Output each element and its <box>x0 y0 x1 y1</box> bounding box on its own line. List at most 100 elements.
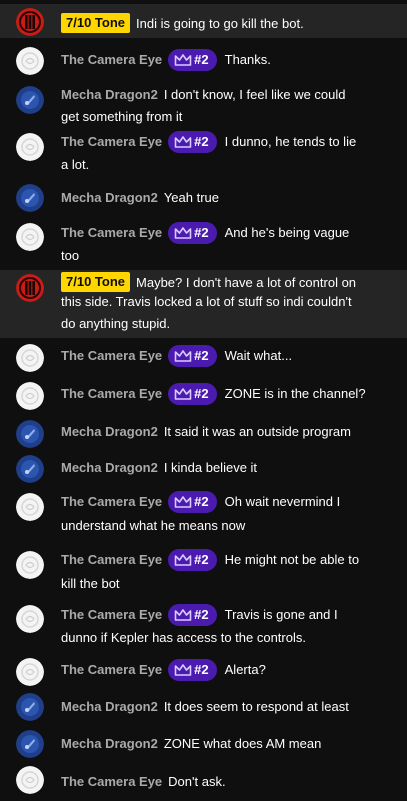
avatar[interactable] <box>16 344 44 372</box>
message-continuation-line: get something from it <box>61 105 399 129</box>
avatar[interactable] <box>16 223 44 251</box>
member-rank-badge: #2 <box>168 549 217 571</box>
chat-message[interactable]: The Camera Eye #2 He might not be able to k… <box>0 545 407 595</box>
message-text: He might not be able to <box>224 552 360 567</box>
chat-message[interactable]: Mecha Dragon2 Yeah true <box>0 182 407 214</box>
crown-icon <box>174 388 192 400</box>
message-header-line: The Camera Eye #2 Alerta? <box>61 658 399 682</box>
message-text: get something from it <box>61 109 183 124</box>
author-name[interactable]: The Camera Eye <box>61 607 162 622</box>
message-continuation-line: too <box>61 244 399 268</box>
message-text: Alerta? <box>224 662 266 677</box>
chat-message[interactable]: The Camera Eye #2 Oh wait nevermind I under… <box>0 487 407 537</box>
crown-icon <box>174 554 192 566</box>
message-text: kill the bot <box>61 576 120 591</box>
author-name[interactable]: The Camera Eye <box>61 494 162 509</box>
message-header-line: Mecha Dragon2 I don't know, I feel like w… <box>61 83 399 107</box>
message-text: ZONE what does AM mean <box>163 736 322 751</box>
message-header-line: Mecha Dragon2 ZONE what does AM mean <box>61 732 399 756</box>
member-rank-label: #2 <box>194 386 209 401</box>
message-text: Wait what... <box>224 348 293 363</box>
avatar[interactable] <box>16 86 44 114</box>
message-header-line: The Camera Eye #2 Wait what... <box>61 344 399 368</box>
message-header-line: Mecha Dragon2 I kinda believe it <box>61 456 399 480</box>
chat-message[interactable]: The Camera Eye #2 Wait what... <box>0 340 407 372</box>
author-name[interactable]: Mecha Dragon2 <box>61 460 158 475</box>
avatar[interactable] <box>16 605 44 633</box>
author-name[interactable]: The Camera Eye <box>61 552 162 567</box>
message-text: this side. Travis locked a lot of stuff … <box>61 294 352 309</box>
message-continuation-line: this side. Travis locked a lot of stuff … <box>61 290 399 314</box>
message-header-line: The Camera Eye #2 I dunno, he tends to lie <box>61 130 399 154</box>
member-rank-label: #2 <box>194 607 209 622</box>
chat-message[interactable]: The Camera Eye #2 And he's being vague too <box>0 218 407 268</box>
member-rank-badge: #2 <box>168 222 217 244</box>
avatar[interactable] <box>16 493 44 521</box>
avatar[interactable] <box>16 133 44 161</box>
chat-message[interactable]: Mecha Dragon2 I don't know, I feel like w… <box>0 80 407 124</box>
avatar[interactable] <box>16 420 44 448</box>
message-continuation-line: dunno if Kepler has access to the contro… <box>61 626 399 650</box>
author-name[interactable]: The Camera Eye <box>61 134 162 149</box>
chat-message[interactable]: The Camera Eye Don't ask. <box>0 761 407 797</box>
chat-message[interactable]: The Camera Eye #2 ZONE is in the channel? <box>0 377 407 411</box>
message-text: too <box>61 248 80 263</box>
author-name[interactable]: Mecha Dragon2 <box>61 190 158 205</box>
message-continuation-line: kill the bot <box>61 572 399 596</box>
member-rank-badge: #2 <box>168 491 217 513</box>
chat-message[interactable]: 7/10 Tone Maybe? I don't have a lot of co… <box>0 270 407 338</box>
member-rank-label: #2 <box>194 662 209 677</box>
message-text: do anything stupid. <box>61 316 171 331</box>
crown-icon <box>174 664 192 676</box>
member-rank-badge: #2 <box>168 49 217 71</box>
chat-message[interactable]: The Camera Eye #2 Alerta? <box>0 653 407 687</box>
chat-message[interactable]: The Camera Eye #2 Thanks. <box>0 42 407 76</box>
chat-message[interactable]: Mecha Dragon2 I kinda believe it <box>0 452 407 484</box>
avatar[interactable] <box>16 184 44 212</box>
chat-message[interactable]: The Camera Eye #2 I dunno, he tends to lie… <box>0 127 407 177</box>
author-name[interactable]: Mecha Dragon2 <box>61 736 158 751</box>
author-name[interactable]: The Camera Eye <box>61 662 162 677</box>
author-name[interactable]: The Camera Eye <box>61 774 162 789</box>
member-rank-label: #2 <box>194 225 209 240</box>
message-text: Maybe? I don't have a lot of control on <box>136 275 357 290</box>
message-header-line: The Camera Eye #2 ZONE is in the channel? <box>61 382 399 406</box>
chat-message[interactable]: Mecha Dragon2 It does seem to respond at … <box>0 690 407 724</box>
member-rank-badge: #2 <box>168 131 217 153</box>
member-rank-label: #2 <box>194 348 209 363</box>
crown-icon <box>174 350 192 362</box>
live-chat: 7/10 Tone Indi is going to go kill the bo… <box>0 0 407 801</box>
message-header-line: Mecha Dragon2 It said it was an outside p… <box>61 420 399 444</box>
avatar[interactable] <box>16 693 44 721</box>
avatar[interactable] <box>16 382 44 410</box>
chat-message[interactable]: Mecha Dragon2 It said it was an outside p… <box>0 417 407 449</box>
message-text: Indi is going to go kill the bot. <box>136 16 304 31</box>
author-name[interactable]: Mecha Dragon2 <box>61 424 158 439</box>
author-name[interactable]: The Camera Eye <box>61 386 162 401</box>
avatar[interactable] <box>16 455 44 483</box>
author-name[interactable]: The Camera Eye <box>61 348 162 363</box>
message-continuation-line: do anything stupid. <box>61 312 399 336</box>
author-name[interactable]: The Camera Eye <box>61 225 162 240</box>
chat-message[interactable]: Mecha Dragon2 ZONE what does AM mean <box>0 725 407 759</box>
message-continuation-line: understand what he means now <box>61 514 399 538</box>
message-header-line: Mecha Dragon2 Yeah true <box>61 186 399 210</box>
chat-message[interactable]: 7/10 Tone Indi is going to go kill the bo… <box>0 4 407 38</box>
message-text: Don't ask. <box>168 774 226 789</box>
author-name[interactable]: Mecha Dragon2 <box>61 699 158 714</box>
message-header-line: The Camera Eye #2 And he's being vague <box>61 221 399 245</box>
author-name[interactable]: The Camera Eye <box>61 52 162 67</box>
avatar[interactable] <box>16 730 44 758</box>
avatar[interactable] <box>16 658 44 686</box>
author-name[interactable]: Mecha Dragon2 <box>61 87 158 102</box>
message-header-line: Mecha Dragon2 It does seem to respond at … <box>61 695 399 719</box>
avatar[interactable] <box>16 274 44 302</box>
chat-message[interactable]: The Camera Eye #2 Travis is gone and I dunn… <box>0 600 407 650</box>
message-continuation-line: a lot. <box>61 153 399 177</box>
avatar[interactable] <box>16 47 44 75</box>
message-header-line: The Camera Eye Don't ask. <box>61 770 399 794</box>
avatar[interactable] <box>16 8 44 36</box>
avatar[interactable] <box>16 551 44 579</box>
member-rank-badge: #2 <box>168 383 217 405</box>
avatar[interactable] <box>16 766 44 794</box>
